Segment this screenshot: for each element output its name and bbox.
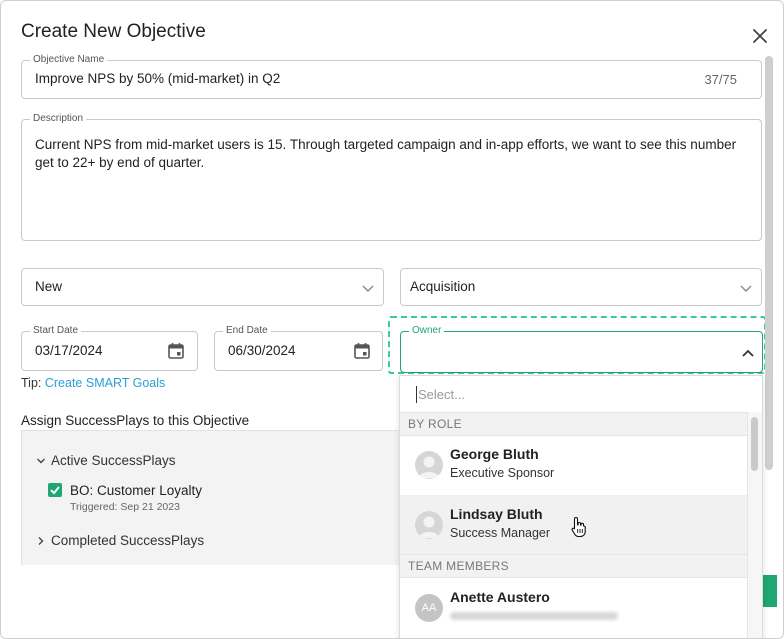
dialog-scrollbar[interactable]	[765, 56, 773, 470]
group-header-team-members: TEAM MEMBERS	[400, 554, 747, 578]
category-select[interactable]: Acquisition	[400, 268, 762, 306]
owner-search-placeholder: Select...	[418, 387, 465, 402]
user-initials-avatar: AA	[415, 594, 443, 622]
successplay-triggered-date: Triggered: Sep 21 2023	[70, 501, 180, 513]
close-icon[interactable]	[751, 27, 769, 45]
tip-prefix: Tip:	[21, 376, 42, 390]
user-avatar-icon	[415, 511, 443, 539]
status-select-value: New	[35, 279, 63, 294]
objective-name-label: Objective Name	[30, 54, 108, 65]
text-caret	[416, 386, 417, 403]
create-smart-goals-link[interactable]: Create SMART Goals	[45, 376, 165, 390]
chevron-down-icon	[740, 285, 752, 292]
chevron-down-icon	[37, 458, 45, 463]
owner-option[interactable]: AA Anette Austero	[400, 577, 747, 636]
owner-option-name: Anette Austero	[450, 589, 550, 605]
active-successplays-toggle[interactable]: Active SuccessPlays	[36, 453, 176, 468]
owner-search-input[interactable]: Select...	[400, 376, 762, 413]
objective-name-field[interactable]: Objective Name Improve NPS by 50% (mid-m…	[21, 54, 762, 99]
completed-successplays-toggle[interactable]: Completed SuccessPlays	[36, 533, 204, 548]
active-successplays-label: Active SuccessPlays	[51, 453, 176, 468]
chevron-down-icon	[362, 285, 374, 292]
smart-goals-tip: Tip: Create SMART Goals	[21, 376, 165, 390]
checkbox-checked-icon[interactable]	[48, 483, 62, 497]
owner-option[interactable]: George Bluth Executive Sponsor	[400, 435, 747, 494]
objective-name-value: Improve NPS by 50% (mid-market) in Q2	[35, 71, 281, 86]
owner-option-name: George Bluth	[450, 446, 539, 462]
owner-dropdown-menu: Select... BY ROLE George Bluth Executive…	[399, 375, 763, 638]
description-value: Current NPS from mid-market users is 15.…	[35, 137, 737, 170]
group-header-label: TEAM MEMBERS	[408, 559, 509, 573]
hand-pointer-cursor	[571, 516, 586, 538]
owner-option-name: Lindsay Bluth	[450, 506, 543, 522]
chevron-up-icon	[742, 349, 754, 357]
calendar-icon[interactable]	[167, 342, 185, 360]
category-select-value: Acquisition	[410, 279, 476, 294]
end-date-field[interactable]: End Date 06/30/2024	[214, 325, 383, 371]
owner-option-role: Success Manager	[450, 526, 551, 540]
dropdown-scrollbar-thumb[interactable]	[751, 417, 758, 471]
owner-option-role: Executive Sponsor	[450, 466, 555, 480]
dropdown-scrollbar[interactable]	[747, 412, 762, 638]
start-date-label: Start Date	[30, 325, 82, 336]
owner-select[interactable]: Owner	[400, 325, 763, 373]
calendar-icon[interactable]	[353, 342, 371, 360]
completed-successplays-label: Completed SuccessPlays	[51, 533, 205, 548]
dialog-title: Create New Objective	[21, 21, 206, 42]
description-label: Description	[30, 113, 87, 124]
start-date-field[interactable]: Start Date 03/17/2024	[21, 325, 198, 371]
successplays-panel: Active SuccessPlays BO: Customer Loyalty…	[21, 430, 403, 565]
start-date-value: 03/17/2024	[35, 343, 103, 358]
character-counter: 37/75	[704, 72, 737, 87]
end-date-label: End Date	[223, 325, 271, 336]
successplays-section-title: Assign SuccessPlays to this Objective	[21, 413, 250, 428]
group-header-by-role: BY ROLE	[400, 412, 747, 436]
chevron-right-icon	[38, 536, 44, 545]
group-header-label: BY ROLE	[408, 417, 462, 431]
successplay-name: BO: Customer Loyalty	[70, 483, 203, 498]
end-date-value: 06/30/2024	[228, 343, 296, 358]
status-select[interactable]: New	[21, 268, 384, 306]
user-avatar-icon	[415, 451, 443, 479]
description-field[interactable]: Description Current NPS from mid-market …	[21, 113, 762, 241]
redacted-email	[450, 612, 618, 620]
owner-label: Owner	[409, 325, 445, 336]
create-objective-dialog: Create New Objective Objective Name Impr…	[0, 0, 784, 639]
